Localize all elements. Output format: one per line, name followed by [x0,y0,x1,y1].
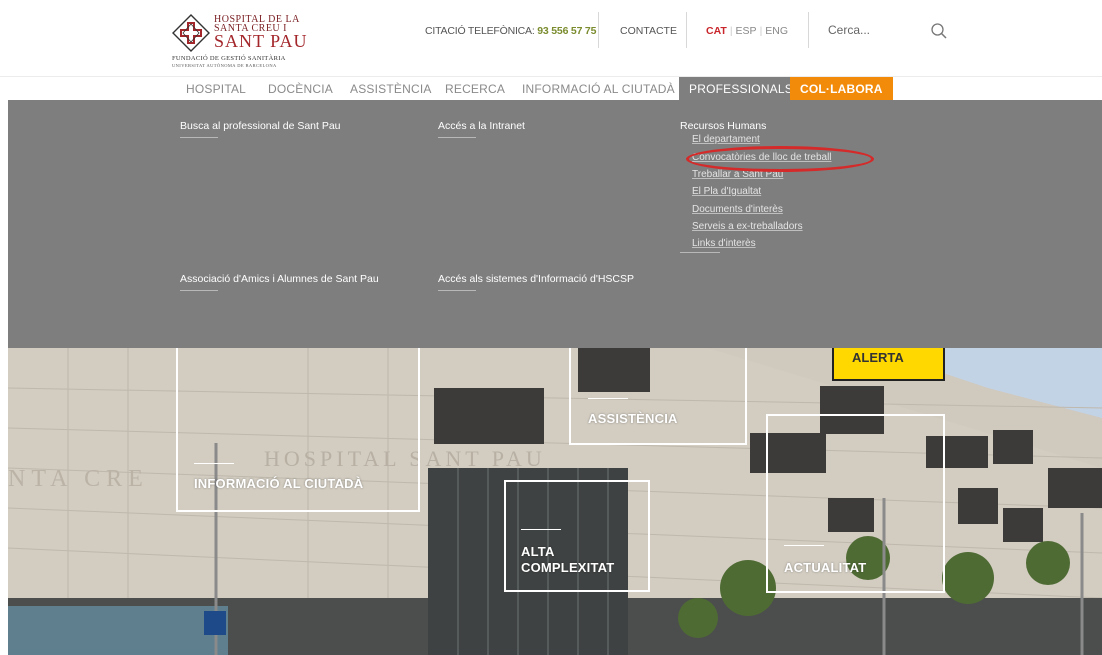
phone-appointment[interactable]: CITACIÓ TELEFÒNICA: 93 556 57 75 [425,25,596,37]
lang-esp[interactable]: ESP [736,25,757,37]
menu-section-human-resources: Recursos Humans [680,120,767,132]
header-divider [808,12,809,48]
tile-rule [784,545,824,546]
lang-eng[interactable]: ENG [765,25,788,37]
header-divider [598,12,599,48]
nav-docencia[interactable]: DOCÈNCIA [268,77,333,101]
main-nav: HOSPITAL DOCÈNCIA ASSISTÈNCIA RECERCA IN… [0,76,1102,101]
language-switcher: CAT | ESP | ENG [706,25,788,37]
magnifier-icon[interactable] [930,22,948,40]
logo-text-line3: SANT PAU [214,31,308,51]
nav-hospital[interactable]: HOSPITAL [186,77,246,101]
submenu-ex-employee-services[interactable]: Serveis a ex-treballadors [692,221,803,232]
menu-link-intranet[interactable]: Accés a la Intranet [438,120,525,138]
tile-label-informacio-al-ciutada: INFORMACIÓ AL CIUTADÀ [194,476,364,491]
phone-label: CITACIÓ TELEFÒNICA: [425,25,538,37]
site-header: HOSPITAL DE LA SANTA CREU I SANT PAU FUN… [0,0,1102,76]
lang-cat[interactable]: CAT [706,25,727,37]
submenu-documents-of-interest[interactable]: Documents d'interès [692,204,783,215]
header-divider [686,12,687,48]
logo-university-text: UNIVERSITAT AUTÒNOMA DE BARCELONA [172,63,277,68]
submenu-equality-plan[interactable]: El Pla d'Igualtat [692,186,761,197]
tile-alta-complexitat[interactable] [504,480,650,592]
red-highlight-annotation [686,146,874,172]
tile-rule [194,463,234,464]
lang-separator: | [729,25,733,37]
nav-recerca[interactable]: RECERCA [445,77,505,101]
tile-label-complexitat: COMPLEXITAT [521,560,615,575]
professionals-mega-menu [8,100,1102,348]
tile-label-actualitat: ACTUALITAT [784,560,867,575]
contact-link[interactable]: CONTACTE [620,25,677,37]
logo-foundation-text: FUNDACIÓ DE GESTIÓ SANITÀRIA [172,55,286,62]
nav-col-labora[interactable]: COL·LABORA [790,77,893,101]
nav-informacio-al-ciutada[interactable]: INFORMACIÓ AL CIUTADÀ [522,77,675,101]
tile-assistencia[interactable] [569,348,747,445]
nav-professionals[interactable]: PROFESSIONALS [679,77,803,101]
tile-rule [588,398,628,399]
nav-assistencia[interactable]: ASSISTÈNCIA [350,77,432,101]
submenu-divider [680,252,720,253]
search-input[interactable] [826,19,916,41]
tile-label-assistencia: ASSISTÈNCIA [588,411,678,426]
site-logo[interactable]: HOSPITAL DE LA SANTA CREU I SANT PAU FUN… [172,12,322,68]
alert-badge[interactable]: ALERTA [832,348,945,381]
menu-link-alumni-association[interactable]: Associació d'Amics i Alumnes de Sant Pau [180,273,379,291]
alert-label: ALERTA [852,350,904,365]
tile-label-alta: ALTA [521,544,555,559]
search-box [826,19,950,45]
submenu-links-of-interest[interactable]: Links d'interès [692,238,756,249]
building-lettering-facade: NTA CRE [8,466,149,492]
tile-rule [521,529,561,530]
hospital-cross-emblem-icon [172,14,210,52]
submenu-the-department[interactable]: El departament [692,134,760,145]
phone-number[interactable]: 93 556 57 75 [537,25,596,37]
lang-separator: | [759,25,763,37]
menu-link-information-systems[interactable]: Accés als sistemes d'Informació d'HSCSP [438,273,634,291]
menu-link-find-professional[interactable]: Busca al professional de Sant Pau [180,120,341,138]
